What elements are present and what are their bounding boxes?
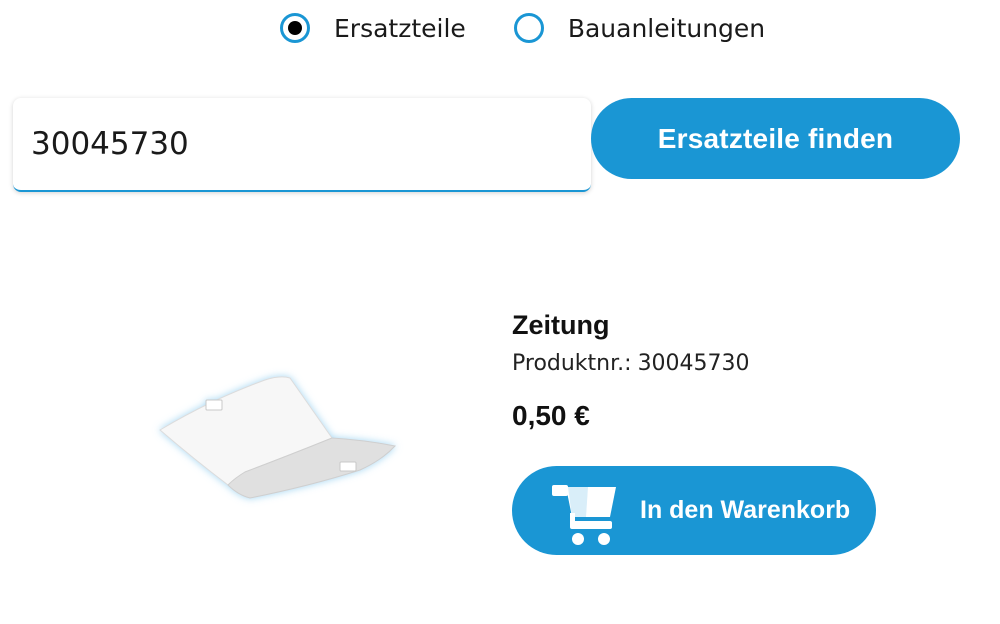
radio-option-bauanleitungen[interactable]: Bauanleitungen bbox=[513, 13, 765, 43]
shopping-cart-icon bbox=[548, 473, 620, 549]
search-type-radio-group: Ersatzteile Bauanleitungen bbox=[280, 10, 765, 46]
product-number-value: 30045730 bbox=[637, 351, 750, 376]
radio-option-ersatzteile[interactable]: Ersatzteile bbox=[280, 13, 466, 43]
search-field[interactable] bbox=[13, 98, 591, 192]
radio-selected-dot bbox=[288, 21, 302, 35]
product-number: Produktnr.: 30045730 bbox=[512, 351, 750, 376]
product-name: Zeitung bbox=[512, 310, 610, 340]
product-number-label: Produktnr.: bbox=[512, 351, 632, 376]
product-image[interactable] bbox=[150, 360, 410, 510]
page: Ersatzteile Bauanleitungen Ersatzteile f… bbox=[0, 0, 1000, 624]
add-to-cart-label: In den Warenkorb bbox=[640, 496, 851, 524]
find-parts-button[interactable]: Ersatzteile finden bbox=[591, 98, 960, 179]
search-input[interactable] bbox=[31, 126, 571, 162]
radio-button-bauanleitungen[interactable] bbox=[513, 13, 544, 43]
radio-label-ersatzteile[interactable]: Ersatzteile bbox=[334, 14, 466, 43]
product-price: 0,50 € bbox=[512, 400, 590, 431]
radio-label-bauanleitungen[interactable]: Bauanleitungen bbox=[568, 14, 765, 43]
add-to-cart-button[interactable]: In den Warenkorb bbox=[512, 466, 876, 555]
radio-button-ersatzteile[interactable] bbox=[280, 13, 310, 43]
